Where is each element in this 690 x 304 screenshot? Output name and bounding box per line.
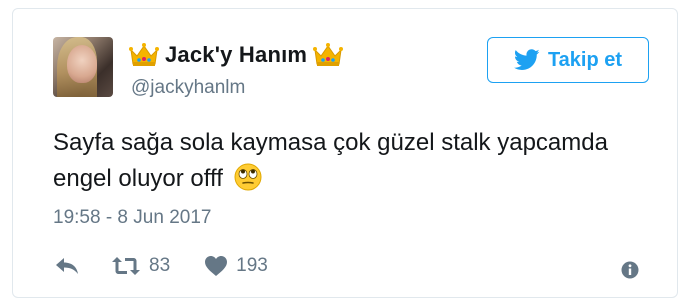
retweet-icon bbox=[112, 257, 140, 275]
info-icon[interactable] bbox=[621, 261, 639, 279]
tweet-timestamp[interactable]: 19:58 - 8 Jun 2017 bbox=[53, 207, 211, 229]
crown-icon bbox=[313, 43, 344, 66]
like-button[interactable]: 193 bbox=[204, 255, 268, 277]
retweet-button[interactable]: 83 bbox=[111, 255, 170, 277]
face-with-rolling-eyes-icon bbox=[234, 163, 262, 191]
tweet-body: Sayfa sağa sola kaymasa çok güzel stalk … bbox=[53, 129, 608, 192]
follow-button-label: Takip et bbox=[547, 48, 623, 71]
tweet-card: Jack'y Hanım @jackyhanlm Takip et Sayfa … bbox=[12, 8, 678, 298]
reply-icon bbox=[56, 258, 78, 274]
heart-icon bbox=[205, 256, 228, 276]
avatar[interactable] bbox=[53, 37, 113, 97]
reply-button[interactable] bbox=[53, 255, 81, 277]
avatar-face bbox=[67, 45, 97, 83]
name-row[interactable]: Jack'y Hanım bbox=[129, 39, 344, 71]
twitter-bird-icon bbox=[513, 49, 540, 70]
tweet-actions: 83 193 bbox=[53, 255, 268, 277]
retweet-count: 83 bbox=[149, 255, 171, 276]
follow-button[interactable]: Takip et bbox=[487, 37, 649, 83]
like-count: 193 bbox=[236, 255, 268, 276]
crown-icon bbox=[129, 43, 159, 66]
tweet-text: Sayfa sağa sola kaymasa çok güzel stalk … bbox=[53, 125, 613, 197]
display-name[interactable]: Jack'y Hanım bbox=[165, 42, 307, 68]
user-handle[interactable]: @jackyhanlm bbox=[131, 77, 245, 99]
